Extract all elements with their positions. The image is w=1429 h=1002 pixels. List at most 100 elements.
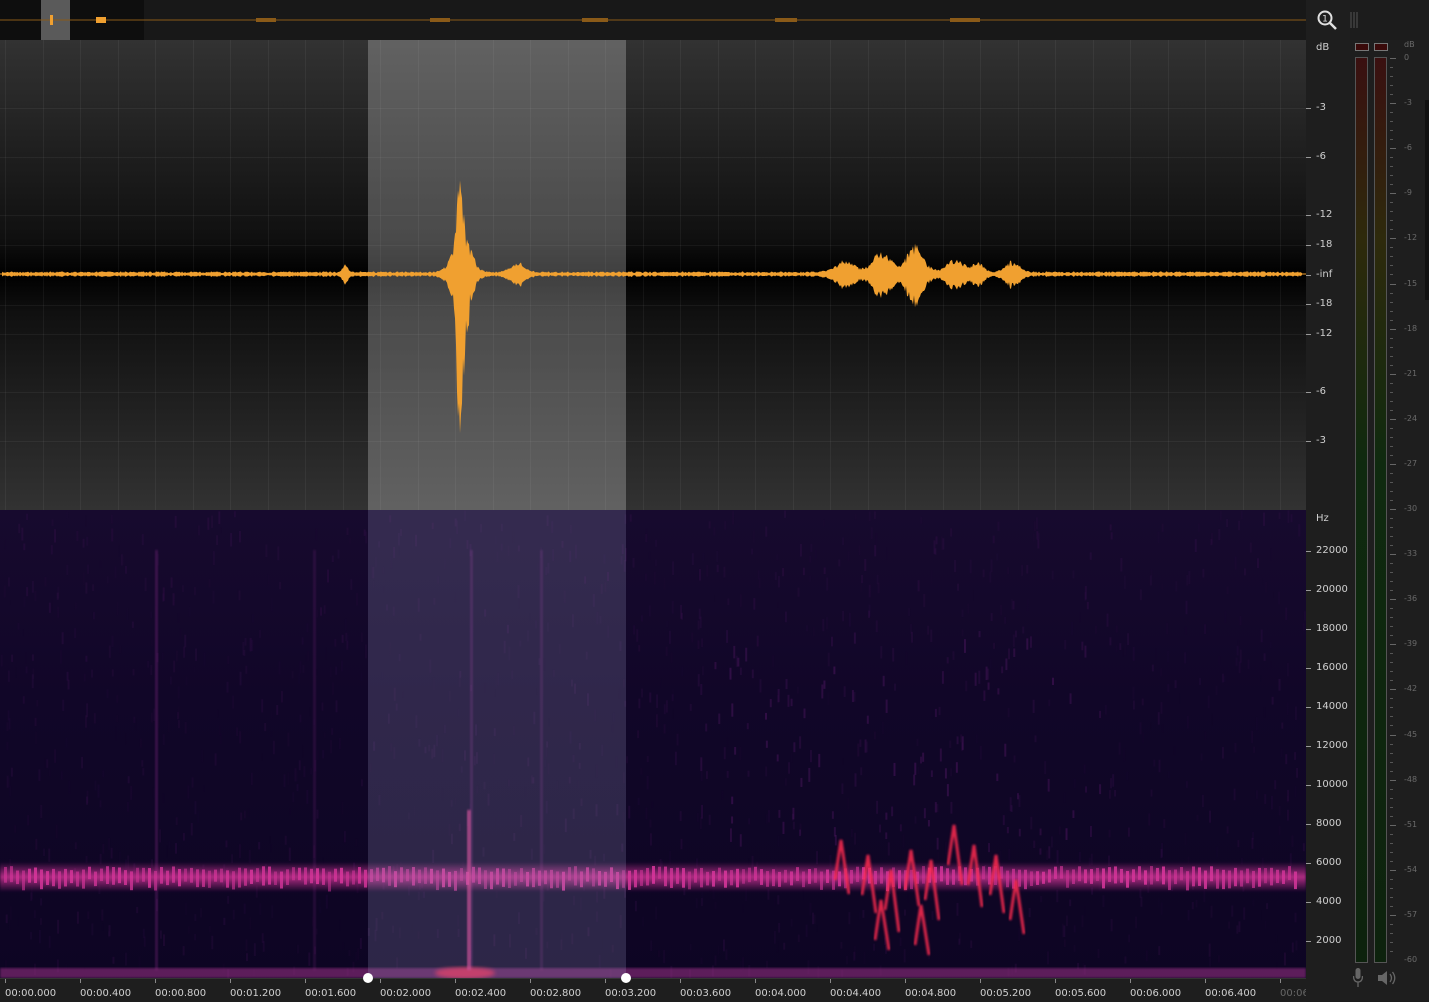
- spectrogram-noise: [885, 812, 888, 820]
- spectrogram-noise: [200, 908, 203, 918]
- spectrogram-band-mark: [748, 867, 751, 883]
- timeline-tick-mark: [380, 979, 381, 983]
- spectrogram-noise: [270, 711, 272, 718]
- level-meter-tick: [1390, 788, 1393, 790]
- spectrogram-noise: [1185, 600, 1188, 615]
- grip-icon[interactable]: [1350, 12, 1358, 28]
- selection-end-marker[interactable]: [621, 973, 631, 983]
- spectrogram-noise: [1233, 788, 1236, 801]
- spectrogram-noise: [308, 952, 311, 966]
- magnifier-icon[interactable]: 1: [1316, 9, 1338, 31]
- spectrogram-band-mark: [22, 870, 25, 891]
- spectrogram-band-mark: [1102, 868, 1105, 889]
- spectrogram-band-mark: [88, 866, 91, 880]
- spectrogram-noise: [271, 598, 273, 612]
- waveform-panel[interactable]: [0, 40, 1319, 510]
- spectrogram-noise: [727, 598, 730, 606]
- microphone-icon[interactable]: [1353, 968, 1363, 988]
- spectrogram-noise: [797, 934, 800, 942]
- spectrogram-noise: [860, 767, 863, 776]
- level-meter-tick: [1390, 608, 1393, 610]
- selection-start-marker[interactable]: [363, 973, 373, 983]
- level-meter-tick: [1390, 554, 1396, 556]
- spectrogram-noise: [1116, 645, 1118, 652]
- spectrogram-noise: [637, 797, 640, 806]
- spectrogram-noise: [774, 897, 776, 906]
- spectrogram-noise: [916, 738, 919, 747]
- spectrogram-noise: [803, 708, 806, 719]
- spectrogram-noise: [664, 577, 666, 589]
- spectrogram-noise: [1278, 512, 1281, 520]
- level-meter-tick: [1390, 400, 1393, 402]
- spectrogram-noise: [284, 835, 287, 845]
- spectrogram-noise: [927, 625, 930, 635]
- spectrogram-noise: [194, 933, 197, 941]
- spectrogram-noise: [323, 605, 326, 614]
- spectrogram-noise: [116, 602, 118, 616]
- spectrogram-noise: [1285, 754, 1288, 765]
- timeline-tick-mark: [1280, 979, 1281, 983]
- spectrogram-noise: [8, 718, 11, 730]
- spectrogram-noise: [956, 736, 959, 745]
- spectrogram-noise: [827, 692, 829, 705]
- spectrogram-noise: [166, 845, 168, 858]
- spectrogram-noise: [1286, 809, 1289, 821]
- overview-strip[interactable]: [0, 0, 1306, 40]
- level-meter-tick: [1390, 391, 1393, 393]
- spectrogram-noise: [1074, 779, 1076, 789]
- spectrogram-noise: [85, 855, 88, 863]
- timeline-ruler[interactable]: 00:00.000 00:00.400 00:00.800 00:01.200 00:0…: [0, 973, 1331, 1002]
- spectrogram-noise: [937, 852, 939, 860]
- spectrogram-band-mark: [1180, 867, 1183, 881]
- spectrogram-noise: [902, 834, 904, 848]
- spectrogram-band-mark: [16, 870, 19, 885]
- peak-indicator-left[interactable]: [1355, 43, 1369, 51]
- spectrogram-noise: [1186, 574, 1189, 586]
- spectrogram-noise: [628, 805, 631, 819]
- spectrogram-noise: [1047, 778, 1050, 792]
- spectrogram-noise: [168, 841, 170, 848]
- spectrogram-noise: [341, 661, 343, 672]
- level-meter-tick: [1390, 752, 1393, 754]
- spectrogram-noise: [668, 630, 671, 644]
- spectrogram-noise: [689, 703, 692, 711]
- spectrogram-noise: [10, 906, 12, 920]
- spectrogram-noise: [219, 725, 221, 735]
- spectrogram-noise: [140, 738, 142, 747]
- spectrogram-band-mark: [1132, 869, 1135, 883]
- spectrogram-noise: [1089, 825, 1092, 837]
- spectrogram-noise: [978, 670, 981, 684]
- spectrogram-chirp: [913, 904, 931, 956]
- spectrogram-noise: [86, 703, 89, 718]
- spectrogram-noise: [1039, 848, 1042, 855]
- spectrogram-noise: [1005, 658, 1008, 671]
- peak-indicator-right[interactable]: [1374, 43, 1388, 51]
- spectrogram-noise: [1243, 907, 1246, 920]
- spectrogram-noise: [1167, 684, 1170, 692]
- spectrogram-noise: [788, 762, 791, 774]
- spectrogram-noise: [1238, 520, 1241, 531]
- spectrogram-noise: [854, 832, 857, 845]
- spectrogram-noise: [18, 523, 21, 534]
- spectrogram-noise: [223, 917, 226, 926]
- spectrogram-band-mark: [1084, 869, 1087, 884]
- spectrogram-noise: [702, 553, 704, 560]
- spectrogram-noise: [33, 910, 36, 919]
- level-meter-tick: [1390, 382, 1393, 384]
- spectrogram-band-mark: [742, 869, 745, 884]
- spectrogram-noise: [638, 698, 641, 709]
- spectrogram-panel[interactable]: [0, 510, 1306, 978]
- amplitude-frequency-axis: dB -3 -6 -12 -18 -inf -18 -12 -6 -3 Hz 22000 2000…: [1306, 0, 1350, 1001]
- spectrogram-noise: [346, 527, 349, 536]
- spectrogram-noise: [870, 527, 873, 539]
- spectrogram-band-mark: [1150, 866, 1153, 885]
- spectrogram-noise: [990, 659, 992, 669]
- spectrogram-noise: [799, 543, 802, 557]
- speaker-icon[interactable]: [1378, 970, 1398, 986]
- timeline-label: 00:00.000: [5, 988, 57, 999]
- spectrogram-band-mark: [838, 871, 841, 887]
- spectrogram-noise: [1251, 837, 1254, 849]
- spectrogram-axis-label: 16000: [1316, 661, 1348, 673]
- spectrogram-noise: [725, 949, 728, 960]
- spectrogram-selection[interactable]: [368, 510, 626, 978]
